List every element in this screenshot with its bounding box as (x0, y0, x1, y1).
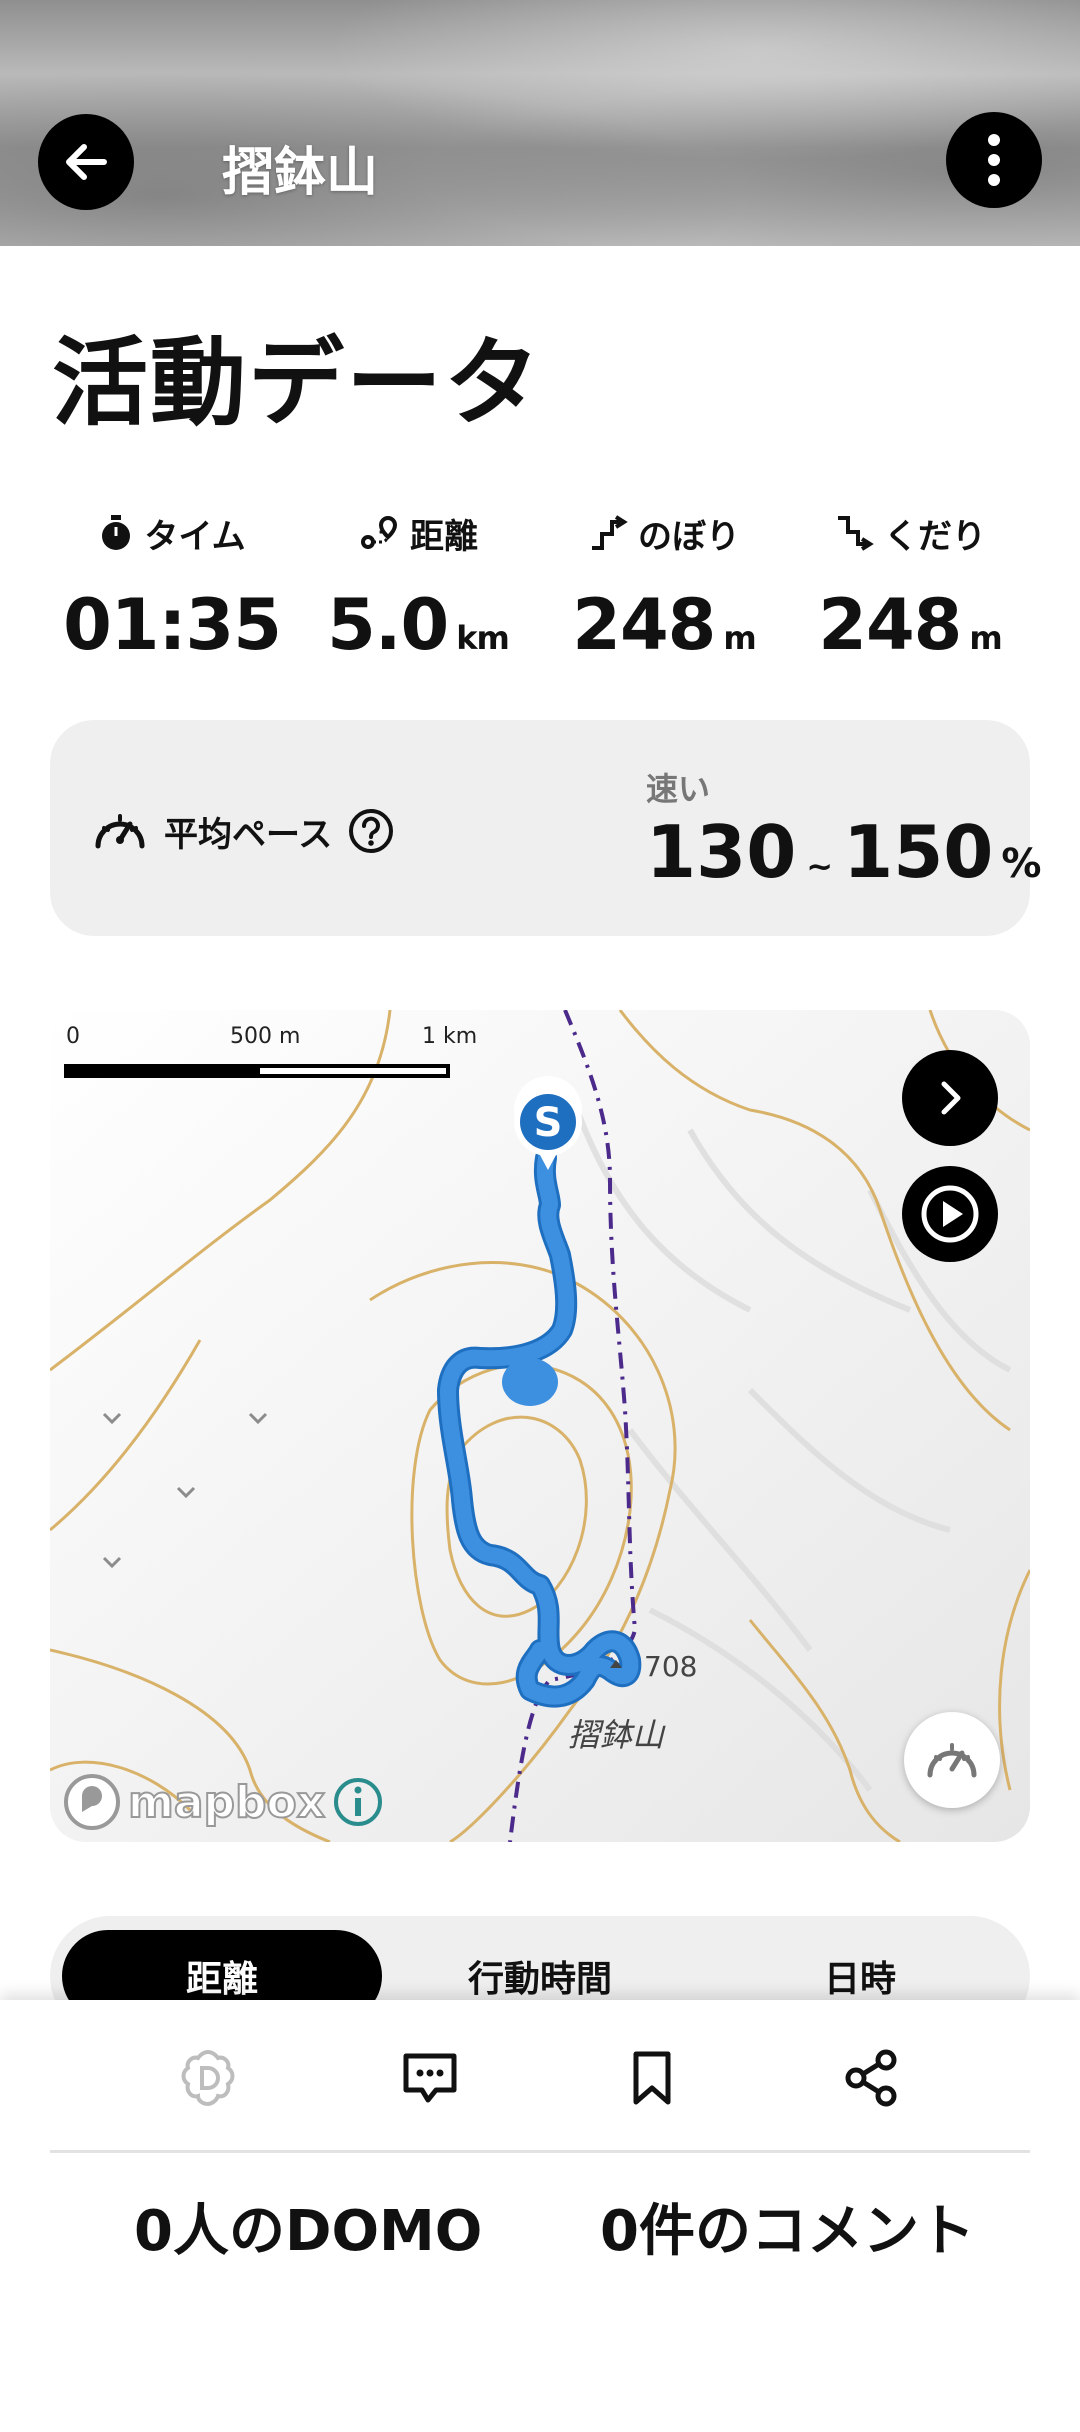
bookmark-icon (633, 2051, 671, 2105)
pace-range: 130 ~150% (646, 810, 1041, 894)
back-button[interactable] (38, 114, 134, 210)
comment-icon (403, 2053, 457, 2103)
peak-elevation: 708 (644, 1650, 698, 1683)
stat-unit: m (969, 619, 1002, 657)
question-icon (349, 809, 394, 853)
stat-descent: くだり 248 m (790, 508, 1030, 666)
stat-ascent: のぼり 248 m (544, 508, 784, 666)
scale-mid: 500 m (230, 1024, 301, 1049)
domo-icon (181, 2049, 235, 2107)
stat-label: くだり (884, 516, 986, 557)
more-vertical-icon (988, 134, 1000, 186)
mapbox-attribution[interactable]: mapbox (62, 1772, 385, 1832)
play-route-button[interactable] (902, 1166, 998, 1262)
comment-count[interactable]: 0件のコメント (600, 2186, 975, 2267)
start-marker-label: S (533, 1100, 563, 1146)
mapbox-logo-icon (64, 1774, 120, 1830)
stat-unit: m (723, 619, 756, 657)
help-button[interactable] (348, 808, 394, 854)
scale-zero: 0 (66, 1024, 80, 1049)
bottom-action-bar: 0人のDOMO 0件のコメント (0, 2000, 1080, 2432)
header-cover: 摺鉢山 (0, 0, 1080, 246)
pace-tilde: ~ (806, 847, 834, 885)
section-title: 活動データ (52, 327, 542, 439)
peak-name: 摺鉢山 (568, 1716, 665, 1754)
speedometer-icon (95, 814, 145, 849)
scale-end: 1 km (422, 1024, 478, 1049)
pace-from: 130 (646, 810, 797, 894)
pace-label: 平均ペース (164, 814, 333, 855)
page-title: 摺鉢山 (222, 143, 379, 203)
comment-button[interactable] (390, 2038, 470, 2118)
pace-speed-label: 速い (646, 770, 711, 808)
route-icon (361, 515, 398, 549)
descent-icon (838, 516, 874, 551)
next-button[interactable] (902, 1050, 998, 1146)
share-button[interactable] (832, 2038, 912, 2118)
ascent-icon (592, 515, 628, 550)
pace-map-button[interactable] (904, 1712, 1000, 1808)
speedometer-icon (927, 1743, 977, 1778)
arrow-left-icon (66, 144, 107, 180)
mapbox-wordmark: mapbox (127, 1776, 326, 1829)
share-icon (845, 2049, 897, 2107)
stat-value: 5.0 (327, 584, 449, 666)
route-map[interactable]: 0 500 m 1 km S 708 摺鉢山 mapbox (50, 1010, 1030, 1842)
pace-to: 150 (843, 810, 994, 894)
stat-label: のぼり (638, 516, 740, 557)
bookmark-button[interactable] (612, 2038, 692, 2118)
stat-distance: 距離 5.0 km (298, 508, 538, 666)
stat-label: 距離 (410, 516, 478, 557)
divider (50, 2150, 1030, 2153)
stat-unit: km (456, 619, 510, 657)
cover-photo (0, 0, 1080, 246)
stat-time: タイム 01:35 (52, 508, 292, 666)
domo-count[interactable]: 0人のDOMO (134, 2186, 482, 2267)
stat-value: 01:35 (63, 584, 282, 666)
info-icon[interactable] (331, 1775, 385, 1829)
more-button[interactable] (946, 112, 1042, 208)
chevron-right-icon (941, 1081, 961, 1115)
stopwatch-icon (102, 515, 131, 550)
stat-value: 248 (818, 584, 962, 666)
domo-button[interactable] (168, 2038, 248, 2118)
play-circle-icon (921, 1185, 979, 1243)
pace-unit: % (1001, 841, 1042, 887)
average-pace-card: 平均ペース 速い 130 ~150% (50, 720, 1041, 936)
stat-value: 248 (572, 584, 716, 666)
stat-label: タイム (144, 516, 246, 557)
